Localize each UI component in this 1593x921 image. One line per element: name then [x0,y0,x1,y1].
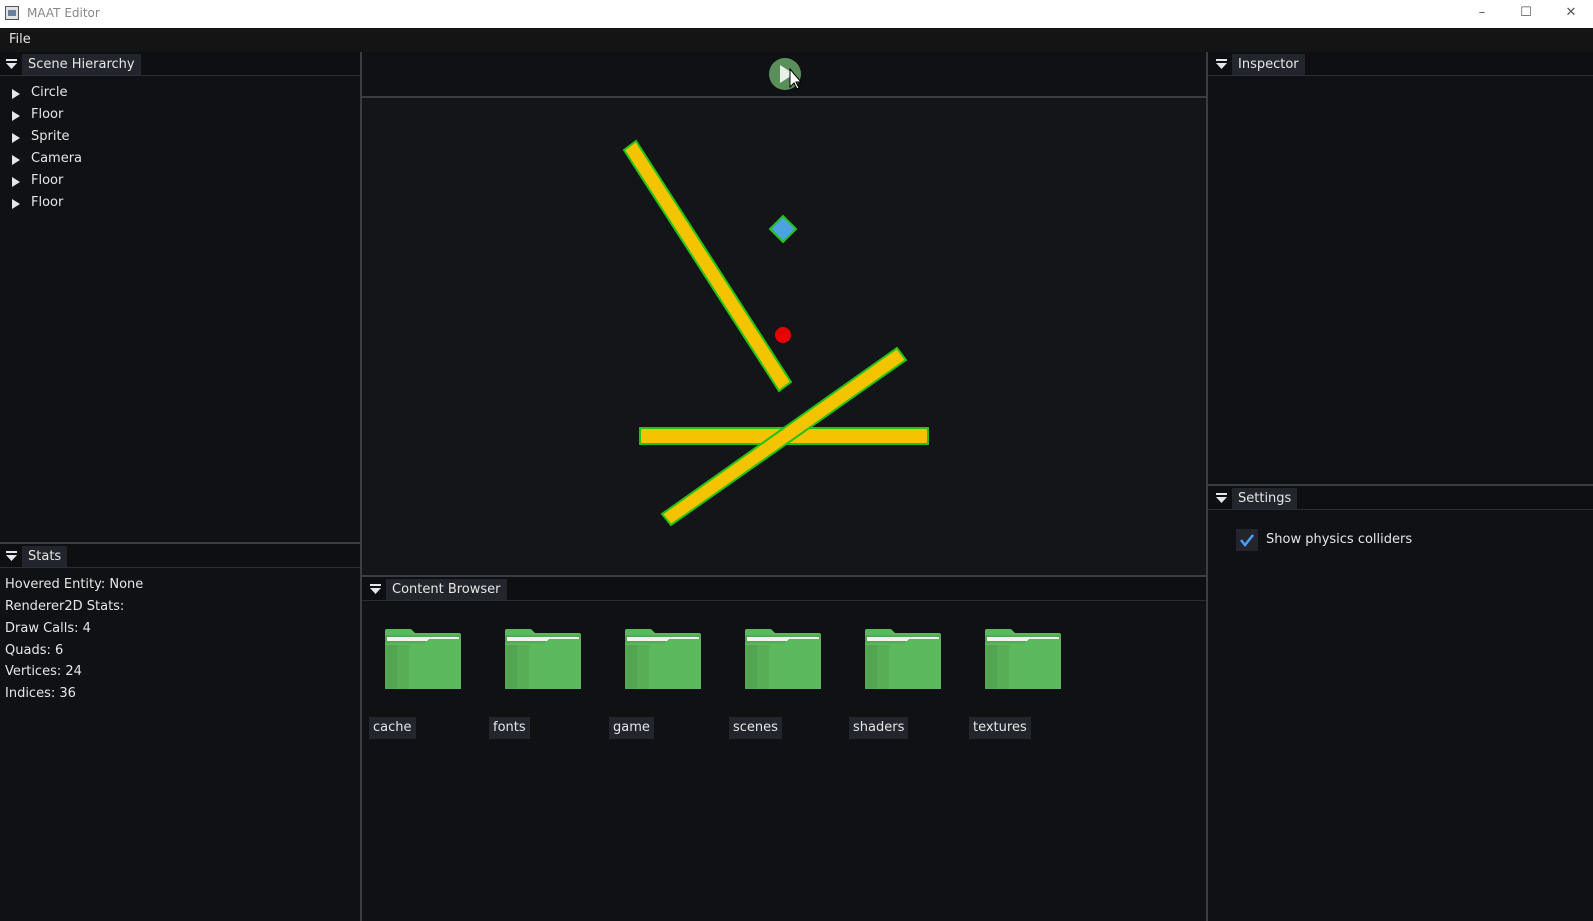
circle-entity[interactable] [775,327,791,343]
scene-hierarchy-panel: Scene Hierarchy Circle Floor Sprite Came… [0,52,360,542]
settings-tab[interactable]: Settings [1232,488,1298,509]
show-physics-colliders-checkbox[interactable] [1236,529,1258,551]
scene-hierarchy-header: Scene Hierarchy [0,52,360,76]
expand-arrow-icon[interactable] [12,133,20,143]
collapse-icon[interactable] [1216,59,1227,69]
content-browser-tab[interactable]: Content Browser [386,579,507,600]
folder-icon[interactable] [625,629,701,689]
settings-header: Settings [1208,486,1593,510]
stats-header: Stats [0,544,360,568]
folder-icon[interactable] [505,629,581,689]
collapse-icon[interactable] [1216,493,1227,503]
scene-hierarchy-tab[interactable]: Scene Hierarchy [22,54,141,75]
folder-label[interactable]: fonts [489,717,530,739]
folder-icon[interactable] [745,629,821,689]
inspector-panel: Inspector [1208,52,1593,484]
stat-renderer2d-heading: Renderer2D Stats: [5,599,125,614]
stat-vertices: Vertices: 24 [5,664,82,679]
scene-viewport[interactable] [362,98,1206,575]
folder-label[interactable]: textures [969,717,1031,739]
stats-tab[interactable]: Stats [22,546,68,567]
scene-canvas[interactable] [362,98,1206,575]
stat-hovered-entity: Hovered Entity: None [5,577,144,592]
viewport-toolbar [362,52,1206,96]
folder-icon[interactable] [385,629,461,689]
stat-quads: Quads: 6 [5,643,64,658]
content-browser-header: Content Browser [362,577,1206,601]
maximize-button[interactable]: ☐ [1504,0,1548,28]
play-icon[interactable] [767,57,803,93]
menu-bar: File [0,28,1593,52]
stat-draw-calls: Draw Calls: 4 [5,621,91,636]
window-titlebar: MAAT Editor – ☐ ✕ [0,0,1593,28]
content-browser-panel: Content Browser cache fonts game scenes shad… [362,577,1206,921]
collapse-icon[interactable] [6,59,17,69]
window-title: MAAT Editor [27,6,100,20]
show-physics-colliders-label: Show physics colliders [1266,532,1413,547]
expand-arrow-icon[interactable] [12,111,20,121]
collapse-icon[interactable] [6,551,17,561]
inspector-header: Inspector [1208,52,1593,76]
expand-arrow-icon[interactable] [12,177,20,187]
folder-label[interactable]: shaders [849,717,909,739]
minimize-button[interactable]: – [1460,0,1504,28]
settings-panel: Settings [1208,486,1593,921]
stat-indices: Indices: 36 [5,686,76,701]
folder-label[interactable]: game [609,717,654,739]
checkmark-icon [1240,534,1254,548]
menu-file[interactable]: File [9,32,31,47]
folder-label[interactable]: cache [369,717,416,739]
sprite-entity[interactable] [768,214,798,244]
close-button[interactable]: ✕ [1549,0,1593,28]
folder-icon[interactable] [865,629,941,689]
inspector-tab[interactable]: Inspector [1232,54,1305,75]
expand-arrow-icon[interactable] [12,155,20,165]
floor-collider-tilted[interactable] [622,139,793,393]
app-icon [5,6,19,20]
collapse-icon[interactable] [370,584,381,594]
expand-arrow-icon[interactable] [12,89,20,99]
folder-icon[interactable] [985,629,1061,689]
stats-panel: Stats Hovered Entity: None Renderer2D St… [0,544,360,921]
folder-label[interactable]: scenes [729,717,782,739]
expand-arrow-icon[interactable] [12,199,20,209]
